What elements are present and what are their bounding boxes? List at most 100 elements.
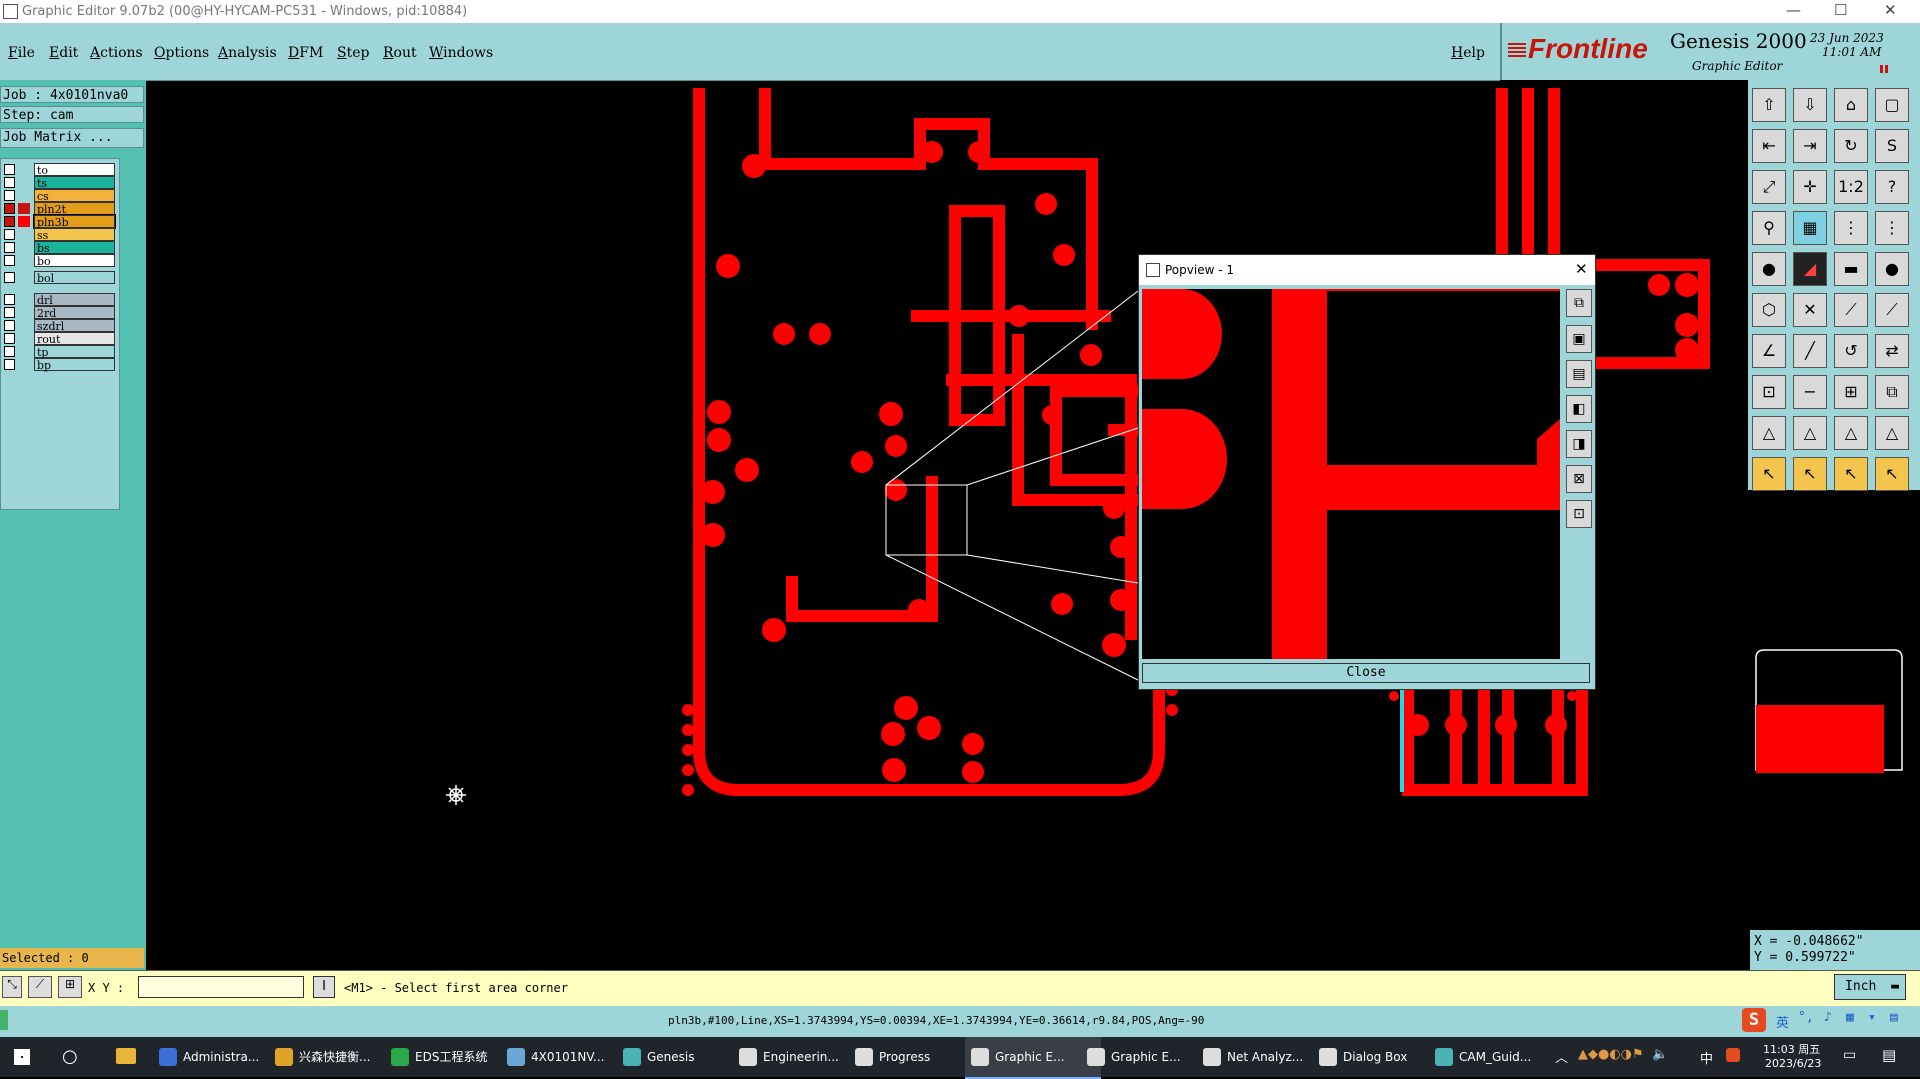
trace-icon[interactable]: ⟋ [1875, 293, 1909, 327]
select-sub-icon[interactable]: ↖ [1834, 457, 1868, 491]
info-icon[interactable]: I [313, 976, 335, 998]
layer-checkbox[interactable] [4, 294, 15, 305]
layer-checkbox[interactable] [4, 272, 15, 283]
save-job-icon[interactable]: ⇩ [1793, 88, 1827, 122]
clock-date[interactable]: 2023/6/23 [1765, 1057, 1821, 1070]
layer-row[interactable]: bs [1, 241, 119, 255]
grid-icon[interactable]: ▦ [1793, 211, 1827, 245]
layer-row[interactable]: cs [1, 189, 119, 203]
popview-canvas[interactable] [1142, 289, 1560, 659]
popview-close-button[interactable]: Close [1142, 663, 1590, 683]
layer-name[interactable]: cs [34, 189, 115, 203]
layer-name[interactable]: to [34, 163, 115, 177]
ime-language[interactable]: 英 [1776, 1012, 1789, 1031]
popview-zoom-out-icon[interactable]: ▤ [1566, 360, 1592, 388]
layer-name[interactable]: ts [34, 176, 115, 190]
layer-row[interactable]: to [1, 163, 119, 177]
popview-center-icon[interactable]: ⊡ [1566, 500, 1592, 528]
pad-icon[interactable]: ● [1752, 252, 1786, 286]
layer-row[interactable]: tp [1, 345, 119, 359]
select-icon[interactable]: ↖ [1752, 457, 1786, 491]
minimap[interactable] [1750, 640, 1912, 782]
layer-name[interactable]: rout [34, 332, 115, 346]
shape2-icon[interactable]: △ [1793, 416, 1827, 450]
angle-icon[interactable]: ∠ [1752, 334, 1786, 368]
zoom-back-icon[interactable]: ⇤ [1752, 129, 1786, 163]
layer-checkbox[interactable] [4, 203, 15, 214]
layer-checkbox[interactable] [4, 242, 15, 253]
job-matrix-button[interactable]: Job Matrix ... [0, 128, 144, 148]
layer-checkbox[interactable] [4, 190, 15, 201]
layer-affected-marker[interactable] [18, 216, 30, 227]
circle-icon[interactable]: ● [1875, 252, 1909, 286]
menu-options[interactable]: Options [154, 45, 209, 61]
clock-time[interactable]: 11:03 周五 [1763, 1041, 1820, 1057]
layer-row[interactable]: szdrl [1, 319, 119, 333]
xy-input[interactable] [138, 976, 304, 998]
tray-volume-icon[interactable]: 🔈 [1652, 1047, 1668, 1062]
popview-pan-right-icon[interactable]: ◨ [1566, 430, 1592, 458]
redraw-icon[interactable]: ↻ [1834, 129, 1868, 163]
minus-icon[interactable]: − [1793, 375, 1827, 409]
popview-close-icon[interactable]: ✕ [1575, 260, 1588, 278]
tray-language[interactable]: 中 [1700, 1048, 1713, 1067]
layer-name[interactable]: pln2t [34, 202, 115, 216]
menu-dfm[interactable]: DFM [288, 45, 323, 61]
layer-checkbox[interactable] [4, 164, 15, 175]
layer-name[interactable]: tp [34, 345, 115, 359]
layer-checkbox[interactable] [4, 229, 15, 240]
layer-row[interactable]: drl [1, 293, 119, 307]
layer-row[interactable]: ts [1, 176, 119, 190]
popview-pan-left-icon[interactable]: ◧ [1566, 395, 1592, 423]
menu-help[interactable]: Help [1451, 45, 1485, 61]
layer-name[interactable]: bo [34, 254, 115, 268]
maximize-button[interactable]: ☐ [1834, 1, 1847, 19]
layer-affected-marker[interactable] [18, 203, 30, 214]
layer-checkbox[interactable] [4, 333, 15, 344]
line-icon[interactable]: ◢ [1793, 252, 1827, 286]
layer-row[interactable]: bo [1, 254, 119, 268]
layer-name[interactable]: ss [34, 228, 115, 242]
ime-keyboard-icon[interactable]: ▦ [1846, 1010, 1854, 1025]
minimize-button[interactable]: — [1786, 1, 1801, 19]
select-area-icon[interactable]: ↖ [1875, 457, 1909, 491]
popview-zoom-in-icon[interactable]: ▣ [1566, 325, 1592, 353]
zoom-center-icon[interactable]: ✛ [1793, 170, 1827, 204]
bar-icon[interactable]: ▬ [1834, 252, 1868, 286]
layer-checkbox[interactable] [4, 177, 15, 188]
layer-checkbox[interactable] [4, 359, 15, 370]
search-icon[interactable]: ○ [62, 1046, 78, 1067]
taskbar-item[interactable]: CAM_Guid... [1429, 1037, 1565, 1077]
arc-icon[interactable]: ╱ [1793, 334, 1827, 368]
units-selector[interactable]: Inch ▬ [1834, 974, 1906, 1000]
layer-checkbox[interactable] [4, 216, 15, 227]
menu-windows[interactable]: Windows [429, 45, 493, 61]
route-icon[interactable]: ⟋ [1834, 293, 1868, 327]
layer-row[interactable]: rout [1, 332, 119, 346]
tray-chevron-icon[interactable]: ︿ [1555, 1047, 1568, 1066]
ime-punct-icon[interactable]: °, [1798, 1010, 1814, 1025]
hook-icon[interactable]: ↺ [1834, 334, 1868, 368]
zoom-fit-icon[interactable]: ⤢ [1752, 170, 1786, 204]
window-icon[interactable]: ▢ [1875, 88, 1909, 122]
menu-edit[interactable]: Edit [49, 45, 78, 61]
layer-name[interactable]: drl [34, 293, 115, 307]
ime-skin-icon[interactable]: ▾ [1868, 1010, 1876, 1025]
layer-name[interactable]: szdrl [34, 319, 115, 333]
shape3-icon[interactable]: △ [1834, 416, 1868, 450]
popview-zoom-home-icon[interactable]: ⧉ [1566, 289, 1592, 317]
layers-icon[interactable]: ⋮ [1875, 211, 1909, 245]
layer-row[interactable]: pln2t [1, 202, 119, 216]
align-icon[interactable]: ⊡ [1752, 375, 1786, 409]
ratio-icon[interactable]: 1:2 [1834, 170, 1868, 204]
notification-icon[interactable]: ▤ [1882, 1046, 1896, 1064]
file-explorer-icon[interactable] [116, 1048, 136, 1064]
connect-icon[interactable]: ⬡ [1752, 293, 1786, 327]
windows-start-icon[interactable] [14, 1049, 30, 1065]
open-job-icon[interactable]: ⇧ [1752, 88, 1786, 122]
net-icon[interactable]: ⋮ [1834, 211, 1868, 245]
tray-apps-icon[interactable]: ▲◆●◐◑⚑ [1578, 1047, 1644, 1062]
home-icon[interactable]: ⌂ [1834, 88, 1868, 122]
copy-icon[interactable]: ⧉ [1875, 375, 1909, 409]
close-button[interactable]: ✕ [1884, 1, 1897, 19]
